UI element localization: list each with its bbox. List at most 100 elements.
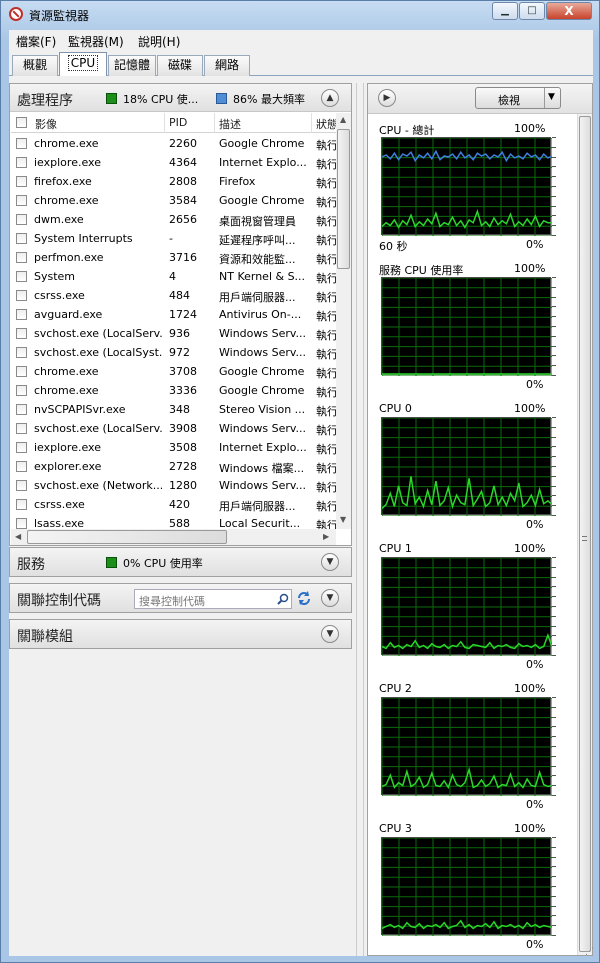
refresh-icon[interactable] [296, 590, 312, 606]
row-checkbox[interactable] [16, 518, 27, 529]
row-checkbox[interactable] [16, 176, 27, 187]
expand-chevron-down-icon[interactable]: ▼ [321, 589, 339, 607]
dropdown-arrow-icon[interactable]: ▼ [548, 92, 555, 102]
row-checkbox[interactable] [16, 423, 27, 434]
scroll-left-arrow-icon[interactable]: ◀ [15, 532, 21, 541]
row-checkbox[interactable] [16, 480, 27, 491]
scroll-right-arrow-icon[interactable]: ▶ [323, 532, 329, 541]
table-row[interactable]: avguard.exe 1724 Antivirus On-... 執行 [11, 305, 336, 324]
axis-tick [552, 935, 556, 936]
row-checkbox[interactable] [16, 404, 27, 415]
axis-tick [552, 215, 556, 217]
table-row[interactable]: explorer.exe 2728 Windows 檔案... 執行 [11, 457, 336, 476]
row-checkbox[interactable] [16, 252, 27, 263]
cell-status: 執行 [316, 234, 336, 247]
axis-tick [552, 846, 556, 848]
close-button[interactable]: X [546, 2, 592, 20]
tab-network[interactable]: 網路 [204, 55, 250, 76]
table-row[interactable]: svchost.exe (LocalServ... 3908 Windows Ser… [11, 419, 336, 438]
row-checkbox[interactable] [16, 347, 27, 358]
tab-overview[interactable]: 概觀 [12, 55, 58, 76]
tab-memory[interactable]: 記憶體 [108, 55, 156, 76]
axis-tick [552, 277, 556, 278]
processes-header[interactable]: 處理程序 18% CPU 使... 86% 最大頻率 ▲ [10, 84, 351, 112]
row-checkbox[interactable] [16, 442, 27, 453]
row-checkbox[interactable] [16, 461, 27, 472]
row-checkbox[interactable] [16, 290, 27, 301]
menu-help[interactable]: 說明(H) [138, 33, 180, 50]
maximize-button[interactable]: □ [519, 2, 545, 20]
title-bar[interactable]: 資源監視器 ▁ □ X [1, 1, 599, 29]
table-row[interactable]: iexplore.exe 4364 Internet Explo... 執行 [11, 153, 336, 172]
view-button[interactable]: 檢視 ▼ [475, 87, 561, 109]
column-divider[interactable] [164, 113, 165, 133]
collapse-chevron-up-icon[interactable]: ▲ [321, 89, 339, 107]
expand-chevron-down-icon[interactable]: ▼ [321, 625, 339, 643]
column-description[interactable]: 描述 [219, 116, 241, 132]
table-row[interactable]: nvSCPAPISvr.exe 348 Stereo Vision ... 執行 [11, 400, 336, 419]
table-row[interactable]: System Interrupts - 延遲程序呼叫... 執行 [11, 229, 336, 248]
menu-monitor[interactable]: 監視器(M) [68, 33, 124, 50]
process-table-vertical-scrollbar[interactable]: ▲ ▼ [336, 113, 351, 529]
table-row[interactable]: svchost.exe (Network... 1280 Windows Serv.… [11, 476, 336, 495]
vertical-scroll-thumb[interactable] [337, 129, 350, 269]
column-pid[interactable]: PID [169, 116, 187, 129]
table-row[interactable]: csrss.exe 420 用戶端伺服器... 執行 [11, 495, 336, 514]
table-row[interactable]: firefox.exe 2808 Firefox 執行 [11, 172, 336, 191]
row-checkbox[interactable] [16, 195, 27, 206]
tab-disk[interactable]: 磁碟 [157, 55, 203, 76]
row-checkbox[interactable] [16, 499, 27, 510]
graph-plot-area [381, 277, 552, 376]
resize-grip-icon[interactable]: ⋰ [585, 948, 597, 960]
associated-handles-panel[interactable]: 關聯控制代碼 搜尋控制代碼 ▼ [9, 583, 352, 613]
row-checkbox[interactable] [16, 385, 27, 396]
table-row[interactable]: chrome.exe 3336 Google Chrome 執行 [11, 381, 336, 400]
modules-header[interactable]: 關聯模組 ▼ [10, 620, 351, 648]
table-row[interactable]: System 4 NT Kernel & S... 執行 [11, 267, 336, 286]
select-all-checkbox[interactable] [16, 117, 27, 128]
graph-scroll-thumb[interactable] [579, 116, 591, 952]
column-status[interactable]: 狀態 [316, 116, 336, 132]
expand-chevron-right-icon[interactable]: ▶ [378, 89, 396, 107]
horizontal-scroll-thumb[interactable] [27, 530, 227, 544]
table-row[interactable]: chrome.exe 3708 Google Chrome 執行 [11, 362, 336, 381]
handles-header[interactable]: 關聯控制代碼 搜尋控制代碼 ▼ [10, 584, 351, 612]
table-row[interactable]: perfmon.exe 3716 資源和效能監... 執行 [11, 248, 336, 267]
menu-file[interactable]: 檔案(F) [16, 33, 56, 50]
process-table-horizontal-scrollbar[interactable]: ◀ ▶ [11, 529, 336, 545]
column-image[interactable]: 影像 [35, 116, 57, 132]
associated-modules-panel[interactable]: 關聯模組 ▼ [9, 619, 352, 649]
row-checkbox[interactable] [16, 328, 27, 339]
handles-search-input[interactable]: 搜尋控制代碼 [134, 589, 292, 609]
table-row[interactable]: csrss.exe 484 用戶端伺服器... 執行 [11, 286, 336, 305]
row-checkbox[interactable] [16, 214, 27, 225]
table-row[interactable]: dwm.exe 2656 桌面視窗管理員 執行 [11, 210, 336, 229]
column-divider[interactable] [311, 113, 312, 133]
column-divider[interactable] [214, 113, 215, 133]
services-header[interactable]: 服務 0% CPU 使用率 ▼ [10, 548, 351, 576]
row-checkbox[interactable] [16, 309, 27, 320]
cell-image: iexplore.exe [34, 156, 101, 169]
table-row[interactable]: svchost.exe (LocalSyst... 972 Windows Serv… [11, 343, 336, 362]
scroll-up-arrow-icon[interactable]: ▲ [340, 115, 346, 124]
tab-cpu[interactable]: CPU [59, 52, 107, 77]
table-row[interactable]: chrome.exe 3584 Google Chrome 執行 [11, 191, 336, 210]
table-row[interactable]: svchost.exe (LocalServ... 936 Windows Serv… [11, 324, 336, 343]
graph-panel-scrollbar[interactable] [577, 114, 592, 955]
row-checkbox[interactable] [16, 233, 27, 244]
search-icon[interactable] [277, 593, 289, 605]
row-checkbox[interactable] [16, 157, 27, 168]
cell-pid: 348 [169, 403, 190, 416]
table-row[interactable]: chrome.exe 2260 Google Chrome 執行 [11, 134, 336, 153]
expand-chevron-down-icon[interactable]: ▼ [321, 553, 339, 571]
axis-tick [552, 925, 556, 927]
table-row[interactable]: iexplore.exe 3508 Internet Explo... 執行 [11, 438, 336, 457]
panel-splitter[interactable] [356, 83, 364, 956]
services-panel[interactable]: 服務 0% CPU 使用率 ▼ [9, 547, 352, 577]
axis-tick [552, 446, 556, 448]
row-checkbox[interactable] [16, 138, 27, 149]
row-checkbox[interactable] [16, 366, 27, 377]
row-checkbox[interactable] [16, 271, 27, 282]
minimize-button[interactable]: ▁ [492, 2, 518, 20]
scroll-down-arrow-icon[interactable]: ▼ [340, 515, 346, 524]
